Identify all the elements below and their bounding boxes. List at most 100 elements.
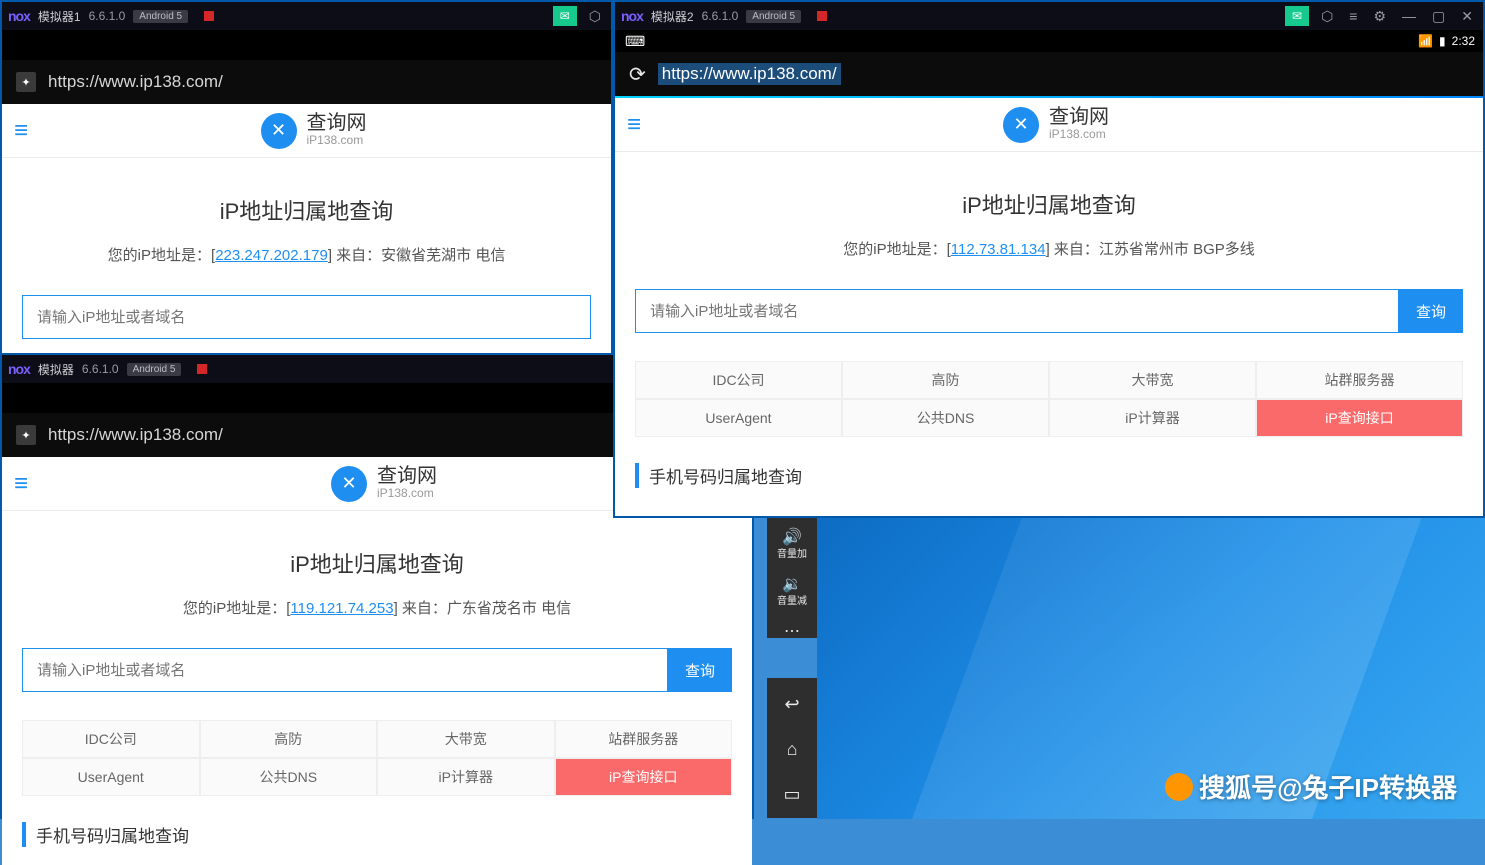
url-bar[interactable]: ✦ https://www.ip138.com/ xyxy=(2,60,611,104)
close-icon[interactable]: ✕ xyxy=(1457,8,1477,25)
ip-info: 您的iP地址是：[223.247.202.179] 来自：安徽省芜湖市 电信 xyxy=(22,244,591,265)
menu-lines-icon[interactable]: ≡ xyxy=(1345,8,1361,24)
tab-ua[interactable]: UserAgent xyxy=(635,399,842,437)
url-text[interactable]: https://www.ip138.com/ xyxy=(658,63,841,85)
page-heading: iP地址归属地查询 xyxy=(22,547,732,579)
tab-ua[interactable]: UserAgent xyxy=(22,758,200,796)
site-favicon: ✦ xyxy=(16,425,36,445)
phone-section-title: 手机号码归属地查询 xyxy=(22,822,732,847)
tab-api[interactable]: iP查询接口 xyxy=(555,758,733,796)
emulator-window-1: nox 模拟器1 6.6.1.0 Android 5 ✉ ⬡ ✦ https:/… xyxy=(0,0,613,353)
emulator-version: 6.6.1.0 xyxy=(702,9,739,23)
ip-search-input[interactable] xyxy=(635,289,1399,333)
ip-search-input[interactable] xyxy=(22,648,668,692)
service-tabs: IDC公司 高防 大带宽 站群服务器 UserAgent 公共DNS iP计算器… xyxy=(22,720,732,796)
emulator-side-toolbar: 🔊音量加 🔉音量减 ⋯ xyxy=(767,518,817,638)
notification-icon[interactable]: ✉ xyxy=(1285,6,1309,26)
minimize-icon[interactable]: — xyxy=(1398,8,1420,24)
tab-idc[interactable]: IDC公司 xyxy=(22,720,200,758)
menu-icon[interactable]: ≡ xyxy=(14,470,28,498)
site-brand: 查询网 xyxy=(377,466,437,486)
ip-search-input[interactable] xyxy=(22,295,591,339)
search-button[interactable]: 查询 xyxy=(1399,289,1463,333)
watermark: 搜狐号@兔子IP转换器 xyxy=(1165,768,1457,805)
recents-icon[interactable]: ▭ xyxy=(783,784,800,805)
tab-cluster[interactable]: 站群服务器 xyxy=(1256,361,1463,399)
tab-gaofang[interactable]: 高防 xyxy=(200,720,378,758)
status-spacer xyxy=(2,30,611,60)
home-icon[interactable]: ⌂ xyxy=(787,739,798,760)
gear-icon[interactable]: ⚙ xyxy=(1369,8,1390,25)
record-icon xyxy=(204,11,214,21)
notification-icon[interactable]: ✉ xyxy=(553,6,577,26)
site-domain: iP138.com xyxy=(1049,127,1109,141)
record-icon xyxy=(817,11,827,21)
emulator-window-2: nox 模拟器2 6.6.1.0 Android 5 ✉ ⬡ ≡ ⚙ — ▢ ✕… xyxy=(613,0,1485,518)
tab-calc[interactable]: iP计算器 xyxy=(1049,399,1256,437)
titlebar[interactable]: nox 模拟器2 6.6.1.0 Android 5 ✉ ⬡ ≡ ⚙ — ▢ ✕ xyxy=(615,2,1483,30)
menu-icon[interactable]: ≡ xyxy=(14,117,28,145)
search-button[interactable]: 查询 xyxy=(668,648,732,692)
page-nav: ≡ ✕ 查询网 iP138.com xyxy=(615,98,1483,152)
tab-gaofang[interactable]: 高防 xyxy=(842,361,1049,399)
nox-logo: nox xyxy=(621,8,643,24)
os-badge: Android 5 xyxy=(746,10,801,23)
url-text: https://www.ip138.com/ xyxy=(48,72,223,92)
back-icon[interactable]: ↩ xyxy=(784,694,799,715)
volume-up-button[interactable]: 🔊音量加 xyxy=(777,528,807,561)
ip-link[interactable]: 223.247.202.179 xyxy=(215,247,328,264)
titlebar[interactable]: nox 模拟器1 6.6.1.0 Android 5 ✉ ⬡ xyxy=(2,2,611,30)
url-text: https://www.ip138.com/ xyxy=(48,425,223,445)
tab-calc[interactable]: iP计算器 xyxy=(377,758,555,796)
site-domain: iP138.com xyxy=(307,133,367,147)
os-badge: Android 5 xyxy=(127,363,182,376)
service-tabs: IDC公司 高防 大带宽 站群服务器 UserAgent 公共DNS iP计算器… xyxy=(635,361,1463,437)
site-brand: 查询网 xyxy=(307,113,367,133)
tab-api[interactable]: iP查询接口 xyxy=(1256,399,1463,437)
menu-icon[interactable]: ≡ xyxy=(627,111,641,139)
tab-bandwidth[interactable]: 大带宽 xyxy=(377,720,555,758)
os-badge: Android 5 xyxy=(133,10,188,23)
site-favicon: ✦ xyxy=(16,72,36,92)
shirt-icon[interactable]: ⬡ xyxy=(1317,8,1337,25)
ip-info: 您的iP地址是：[119.121.74.253] 来自：广东省茂名市 电信 xyxy=(22,597,732,618)
record-icon xyxy=(197,364,207,374)
emulator-version: 6.6.1.0 xyxy=(82,362,119,376)
tab-cluster[interactable]: 站群服务器 xyxy=(555,720,733,758)
tab-dns[interactable]: 公共DNS xyxy=(200,758,378,796)
emulator-title: 模拟器2 xyxy=(651,8,694,25)
site-logo-icon: ✕ xyxy=(261,113,297,149)
shirt-icon[interactable]: ⬡ xyxy=(585,8,605,25)
volume-down-button[interactable]: 🔉音量减 xyxy=(777,575,807,608)
sohu-logo-icon xyxy=(1165,773,1193,801)
maximize-icon[interactable]: ▢ xyxy=(1428,8,1449,25)
site-logo-icon: ✕ xyxy=(1003,107,1039,143)
nox-logo: nox xyxy=(8,361,30,377)
emulator-title: 模拟器 xyxy=(38,361,74,378)
ip-link[interactable]: 112.73.81.134 xyxy=(951,241,1046,258)
android-navbar: ↩ ⌂ ▭ xyxy=(767,678,817,818)
site-domain: iP138.com xyxy=(377,486,437,500)
url-bar[interactable]: ⟳ https://www.ip138.com/ xyxy=(615,52,1483,96)
page-heading: iP地址归属地查询 xyxy=(635,188,1463,220)
keyboard-icon: ⌨ xyxy=(625,33,645,50)
ip-link[interactable]: 119.121.74.253 xyxy=(290,600,393,617)
more-icon[interactable]: ⋯ xyxy=(784,622,800,643)
page-nav: ≡ ✕ 查询网 iP138.com xyxy=(2,104,611,158)
wifi-icon: 📶 xyxy=(1418,34,1433,48)
ip-info: 您的iP地址是：[112.73.81.134] 来自：江苏省常州市 BGP多线 xyxy=(635,238,1463,259)
android-statusbar: ⌨ 📶 ▮ 2:32 xyxy=(615,30,1483,52)
tab-dns[interactable]: 公共DNS xyxy=(842,399,1049,437)
phone-section-title: 手机号码归属地查询 xyxy=(635,463,1463,488)
emulator-version: 6.6.1.0 xyxy=(89,9,126,23)
refresh-icon[interactable]: ⟳ xyxy=(629,62,646,87)
clock: 2:32 xyxy=(1452,34,1475,48)
tab-bandwidth[interactable]: 大带宽 xyxy=(1049,361,1256,399)
page-heading: iP地址归属地查询 xyxy=(22,194,591,226)
tab-idc[interactable]: IDC公司 xyxy=(635,361,842,399)
battery-icon: ▮ xyxy=(1439,34,1446,48)
emulator-title: 模拟器1 xyxy=(38,8,81,25)
site-logo-icon: ✕ xyxy=(331,466,367,502)
site-brand: 查询网 xyxy=(1049,107,1109,127)
nox-logo: nox xyxy=(8,8,30,24)
